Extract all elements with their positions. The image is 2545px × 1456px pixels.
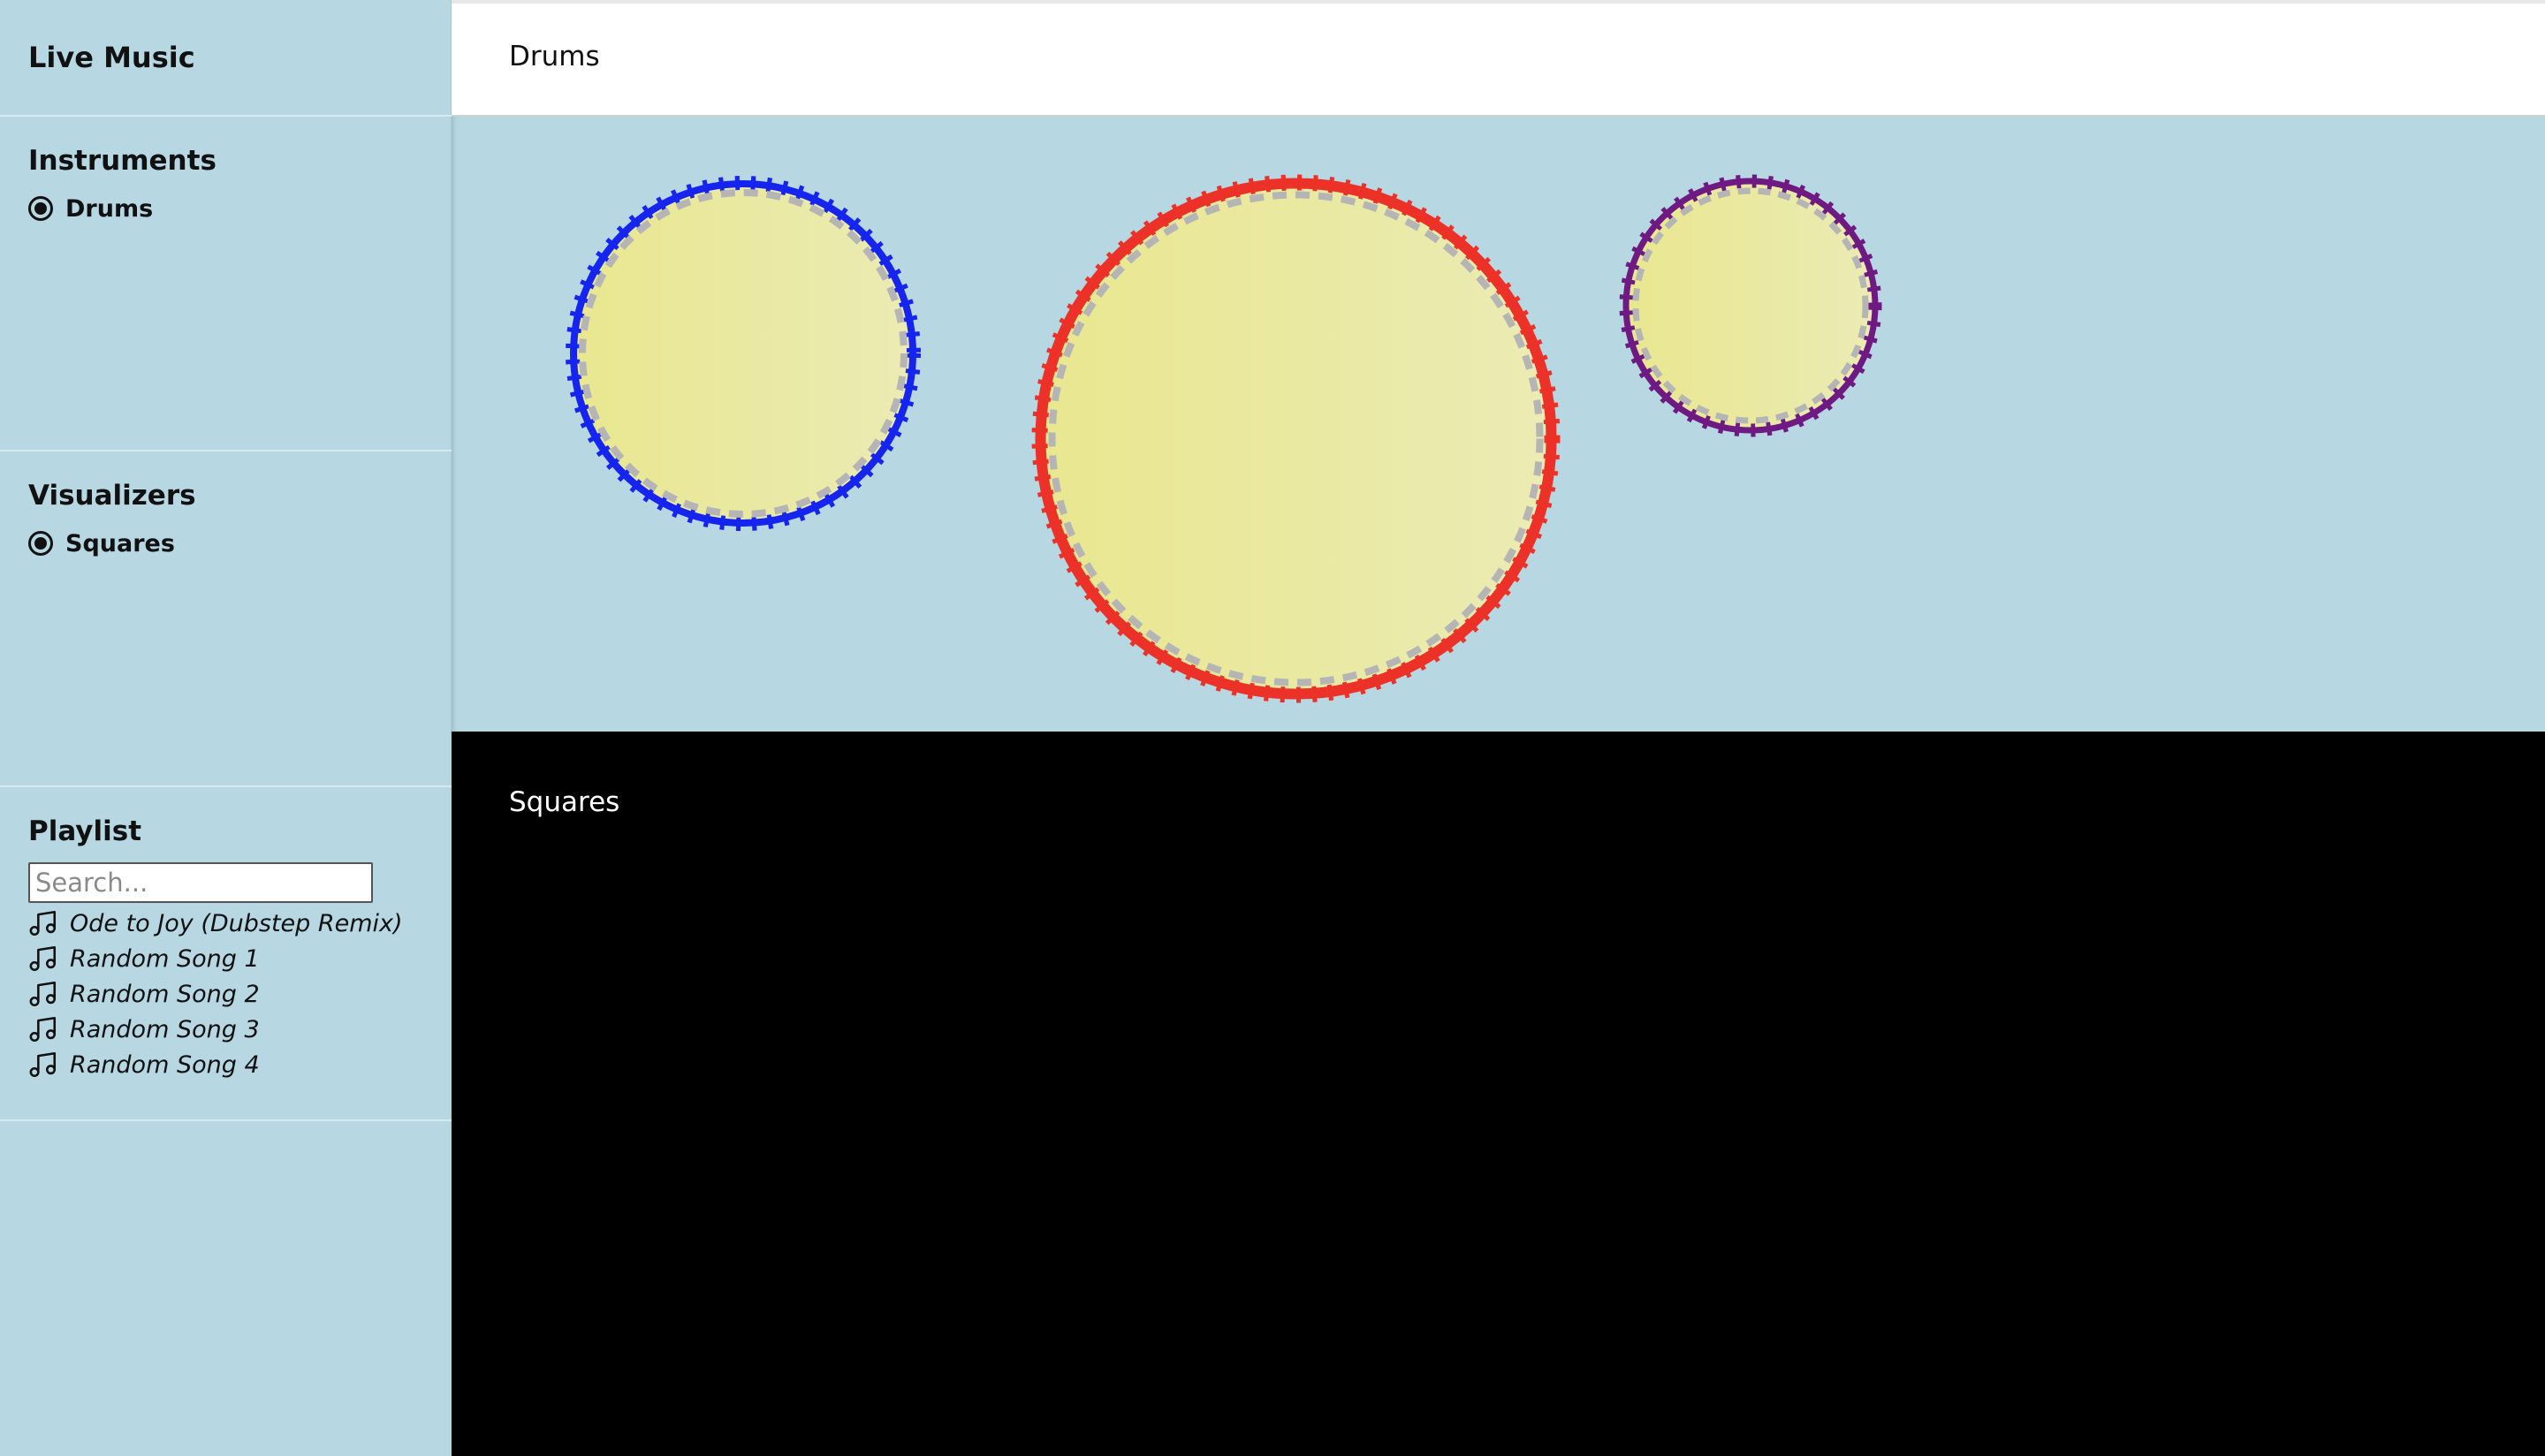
visualizer-option-squares[interactable]: Squares: [28, 527, 175, 559]
radio-selected-icon[interactable]: [28, 196, 53, 221]
instruments-heading: Instruments: [28, 145, 217, 177]
song-list: Ode to Joy (Dubstep Remix) Random Song 1…: [28, 906, 403, 1082]
visualizer-title: Squares: [509, 786, 620, 818]
song-title: Ode to Joy (Dubstep Remix): [70, 909, 403, 937]
drum-purple[interactable]: [1619, 174, 1882, 437]
song-title: Random Song 2: [70, 980, 260, 1008]
visualizer-panel: Squares: [452, 732, 2545, 1456]
app-title: Live Music: [28, 41, 195, 74]
music-note-icon: [29, 981, 57, 1007]
song-item[interactable]: Ode to Joy (Dubstep Remix): [28, 906, 403, 941]
drum-red[interactable]: [1031, 174, 1561, 703]
music-note-icon: [29, 945, 57, 972]
visualizer-option-label: Squares: [65, 529, 175, 557]
instrument-option-label: Drums: [65, 194, 154, 223]
song-item[interactable]: Random Song 4: [28, 1047, 403, 1082]
music-note-icon: [29, 1051, 57, 1078]
song-title: Random Song 1: [70, 944, 260, 973]
sidebar: Live Music Instruments Drums Visualizers…: [0, 0, 452, 1456]
playlist-search-input[interactable]: [28, 862, 373, 903]
visualizers-section: Visualizers Squares: [0, 451, 452, 787]
visualizers-heading: Visualizers: [28, 480, 196, 512]
instrument-title: Drums: [509, 41, 600, 72]
instrument-option-drums[interactable]: Drums: [28, 193, 153, 224]
sidebar-header: Live Music: [0, 0, 452, 117]
song-item[interactable]: Random Song 2: [28, 976, 403, 1012]
drum-blue[interactable]: [565, 175, 922, 532]
radio-selected-icon[interactable]: [28, 531, 53, 556]
song-title: Random Song 3: [70, 1015, 260, 1043]
main-header: Drums: [452, 0, 2545, 117]
music-note-icon: [29, 1016, 57, 1043]
playlist-section: Playlist Ode to Joy (Dubstep Remix) Rand…: [0, 787, 452, 1121]
music-note-icon: [29, 910, 57, 937]
playlist-heading: Playlist: [28, 815, 142, 847]
song-title: Random Song 4: [70, 1050, 260, 1079]
song-item[interactable]: Random Song 3: [28, 1012, 403, 1047]
app-root: Live Music Instruments Drums Visualizers…: [0, 0, 2545, 1456]
drum-stage: [452, 117, 2545, 732]
song-item[interactable]: Random Song 1: [28, 941, 403, 976]
instruments-section: Instruments Drums: [0, 117, 452, 451]
